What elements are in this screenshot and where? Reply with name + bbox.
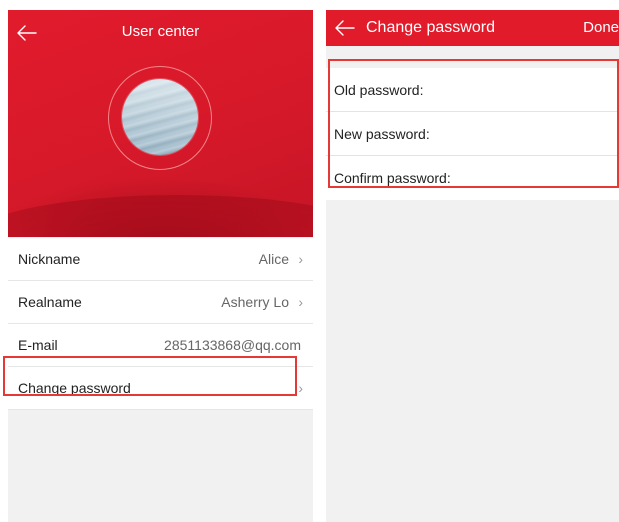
- change-password-header: Change password Done: [326, 10, 619, 46]
- realname-label: Realname: [18, 294, 82, 310]
- realname-value: Asherry Lo: [221, 294, 289, 310]
- back-arrow-icon[interactable]: [334, 17, 356, 39]
- header-decoration: [8, 195, 313, 237]
- old-password-field[interactable]: Old password:: [326, 68, 619, 112]
- realname-row[interactable]: Realname Asherry Lo ›: [8, 281, 313, 324]
- nickname-row[interactable]: Nickname Alice ›: [8, 238, 313, 281]
- confirm-password-field[interactable]: Confirm password:: [326, 156, 619, 200]
- change-password-label: Change password: [18, 380, 131, 396]
- profile-header: User center: [8, 10, 313, 237]
- page-title: User center: [121, 23, 200, 40]
- avatar[interactable]: [122, 79, 198, 155]
- change-password-title: Change password: [366, 19, 495, 36]
- nickname-label: Nickname: [18, 251, 81, 267]
- chevron-right-icon: ›: [298, 251, 303, 267]
- email-value: 2851133868@qq.com: [164, 337, 301, 353]
- change-password-screen: Change password Done Old password: New p…: [326, 10, 619, 522]
- chevron-right-icon: ›: [298, 380, 303, 396]
- password-form: Old password: New password: Confirm pass…: [326, 68, 619, 200]
- nickname-value: Alice: [258, 251, 289, 267]
- chevron-right-icon: ›: [298, 294, 303, 310]
- new-password-field[interactable]: New password:: [326, 112, 619, 156]
- profile-list: Nickname Alice › Realname Asherry Lo › E…: [8, 238, 313, 410]
- user-center-screen: User center Nickname Alice › Realname As…: [8, 10, 313, 522]
- change-password-row[interactable]: Change password ›: [8, 367, 313, 410]
- email-label: E-mail: [18, 337, 58, 353]
- done-button[interactable]: Done: [583, 19, 619, 36]
- email-row: E-mail 2851133868@qq.com: [8, 324, 313, 367]
